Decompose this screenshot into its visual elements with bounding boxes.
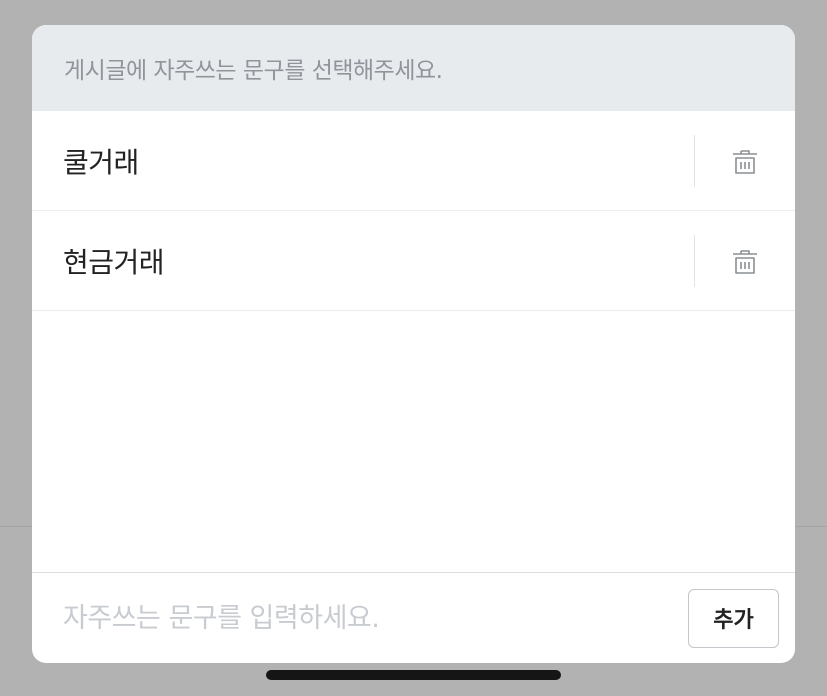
phrase-input[interactable] [32,601,688,635]
delete-phrase-button[interactable] [695,211,795,311]
modal-header-text: 게시글에 자주쓰는 문구를 선택해주세요. [64,58,443,84]
phrase-label[interactable]: 쿨거래 [32,141,694,181]
trash-icon [733,149,757,174]
phrase-label[interactable]: 현금거래 [32,241,694,281]
home-indicator [266,670,561,680]
phrase-item[interactable]: 현금거래 [32,211,795,311]
trash-icon [733,249,757,274]
add-phrase-button[interactable]: 추가 [688,588,779,648]
phrase-item[interactable]: 쿨거래 [32,111,795,211]
frequent-phrase-modal: 게시글에 자주쓰는 문구를 선택해주세요. 쿨거래 현금거래 자주쓰는 문구를 … [32,25,795,663]
phrase-input-bar: 추가 [32,572,795,663]
delete-phrase-button[interactable] [695,111,795,211]
phrase-list: 쿨거래 현금거래 [32,111,795,311]
modal-header: 게시글에 자주쓰는 문구를 선택해주세요. [32,25,795,111]
